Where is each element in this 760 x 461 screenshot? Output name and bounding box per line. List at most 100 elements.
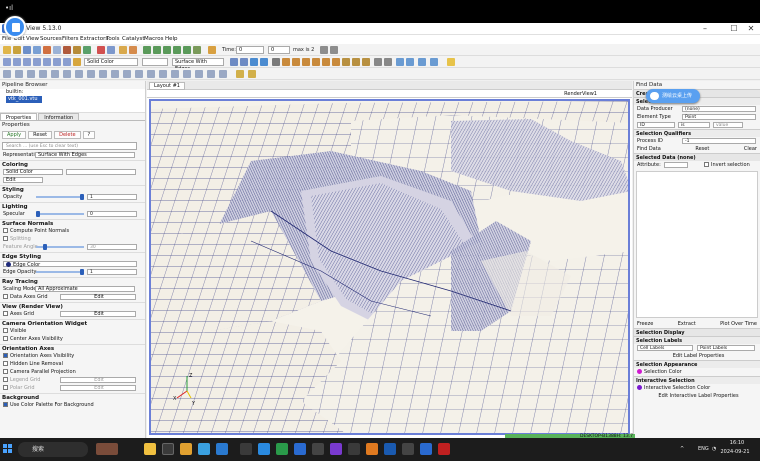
threshold-icon[interactable] bbox=[43, 58, 51, 66]
menu-filters[interactable]: Filters bbox=[62, 36, 79, 42]
menu-macros[interactable]: Macros bbox=[144, 36, 164, 42]
extract-subset-icon[interactable] bbox=[53, 58, 61, 66]
maximize-icon[interactable]: ☐ bbox=[727, 24, 741, 33]
rotate-neg90-icon[interactable] bbox=[362, 58, 370, 66]
globe-icon[interactable] bbox=[260, 58, 268, 66]
find-reset-button[interactable]: Reset bbox=[695, 146, 709, 152]
contour-icon[interactable] bbox=[13, 58, 21, 66]
redo-icon[interactable] bbox=[107, 46, 115, 54]
extract-button[interactable]: Extract bbox=[678, 321, 696, 327]
legend-grid-edit-button[interactable]: Edit bbox=[60, 377, 136, 383]
close-icon[interactable]: ✕ bbox=[744, 24, 758, 33]
layout-tab-1[interactable]: Layout #1 bbox=[149, 82, 185, 90]
edit-label-properties-button[interactable]: Edit Label Properties bbox=[634, 352, 760, 360]
camera-undo-icon[interactable] bbox=[119, 46, 127, 54]
zoom-reset-icon[interactable] bbox=[330, 46, 338, 54]
app-icon-7[interactable] bbox=[438, 443, 450, 455]
pipeline-item-source[interactable]: vtk_001.vtu bbox=[6, 96, 42, 103]
view-minus-x-icon[interactable] bbox=[292, 58, 300, 66]
windows-start-icon[interactable] bbox=[3, 444, 13, 454]
polar-grid-edit-button[interactable]: Edit bbox=[60, 385, 136, 391]
task-view-icon[interactable] bbox=[162, 443, 174, 455]
edge-color-button[interactable]: Edge Color bbox=[3, 261, 137, 268]
zoom-data-icon[interactable] bbox=[240, 58, 248, 66]
app-icon-1[interactable] bbox=[240, 443, 252, 455]
selected-data-header[interactable]: Selected Data (none) bbox=[634, 153, 760, 161]
splitting-checkbox[interactable] bbox=[3, 236, 8, 241]
help-button[interactable]: ? bbox=[82, 131, 96, 139]
coloring-select[interactable]: Solid Color bbox=[3, 169, 63, 175]
cloud-upload-button[interactable]: 测绘云桌上传 bbox=[646, 89, 700, 103]
filter-3-icon[interactable] bbox=[27, 70, 35, 78]
reset-button[interactable]: Reset bbox=[28, 131, 53, 139]
view-plus-x-icon[interactable] bbox=[282, 58, 290, 66]
edge-opacity-slider[interactable] bbox=[36, 269, 84, 275]
undo-icon[interactable] bbox=[97, 46, 105, 54]
app-icon-5[interactable] bbox=[366, 443, 378, 455]
splitting-row[interactable]: Splitting bbox=[0, 235, 145, 243]
filter-5-icon[interactable] bbox=[51, 70, 59, 78]
text-icon[interactable] bbox=[248, 70, 256, 78]
filter-8-icon[interactable] bbox=[87, 70, 95, 78]
paraview-taskbar-icon[interactable] bbox=[420, 443, 432, 455]
file-explorer-icon[interactable] bbox=[144, 443, 156, 455]
light-kit-icon[interactable] bbox=[447, 58, 455, 66]
filter-16-icon[interactable] bbox=[183, 70, 191, 78]
filter-15-icon[interactable] bbox=[171, 70, 179, 78]
app-icon-3[interactable] bbox=[312, 443, 324, 455]
app-icon-6[interactable] bbox=[402, 443, 414, 455]
select-polygon-icon[interactable] bbox=[418, 58, 426, 66]
tray-chevron-icon[interactable]: ^ bbox=[680, 446, 684, 452]
legend-grid-checkbox[interactable] bbox=[3, 377, 8, 382]
query-field-select[interactable]: ID bbox=[637, 122, 675, 128]
open-icon[interactable] bbox=[3, 46, 11, 54]
sphere-icon[interactable] bbox=[250, 58, 258, 66]
menu-extractors[interactable]: Extractors bbox=[80, 36, 108, 42]
component-combo[interactable] bbox=[142, 58, 168, 66]
hidden-line-checkbox[interactable] bbox=[3, 361, 8, 366]
disconnect-icon[interactable] bbox=[33, 46, 41, 54]
invert-selection-toggle[interactable]: Invert selection bbox=[704, 161, 750, 169]
reset-camera-icon[interactable] bbox=[230, 58, 238, 66]
interactive-color-row[interactable]: Interactive Selection Color bbox=[634, 384, 760, 392]
axes-grid-checkbox[interactable] bbox=[3, 311, 8, 316]
filter-11-icon[interactable] bbox=[123, 70, 131, 78]
hidden-line-row[interactable]: Hidden Line Removal bbox=[0, 360, 145, 368]
vscode-icon[interactable] bbox=[294, 443, 306, 455]
rotate-90-icon[interactable] bbox=[352, 58, 360, 66]
coloring-component-select[interactable] bbox=[66, 169, 136, 175]
play-icon[interactable] bbox=[163, 46, 171, 54]
filter-12-icon[interactable] bbox=[135, 70, 143, 78]
visible-row[interactable]: Visible bbox=[0, 327, 145, 335]
selection-display-header[interactable]: Selection Display bbox=[634, 328, 760, 336]
filter-17-icon[interactable] bbox=[195, 70, 203, 78]
menu-catalyst[interactable]: Catalyst bbox=[122, 36, 145, 42]
view-minus-y-icon[interactable] bbox=[312, 58, 320, 66]
select-points-icon[interactable] bbox=[406, 58, 414, 66]
find-data-button[interactable]: Find Data bbox=[637, 146, 661, 152]
loop-icon[interactable] bbox=[193, 46, 201, 54]
last-frame-icon[interactable] bbox=[183, 46, 191, 54]
word-icon[interactable] bbox=[384, 443, 396, 455]
app-icon-2[interactable] bbox=[258, 443, 270, 455]
opacity-slider[interactable] bbox=[36, 194, 84, 200]
menu-tools[interactable]: Tools bbox=[106, 36, 120, 42]
adjust-camera-icon[interactable] bbox=[384, 58, 392, 66]
timestep-spinbox[interactable]: 0 bbox=[268, 46, 290, 54]
representation-combo[interactable]: Surface With Edges bbox=[172, 58, 224, 72]
data-axes-grid-checkbox[interactable] bbox=[3, 294, 8, 299]
filter-14-icon[interactable] bbox=[159, 70, 167, 78]
find-clear-button[interactable]: Clear bbox=[744, 146, 757, 152]
scaling-mode-select[interactable]: All Approximate bbox=[35, 286, 135, 292]
data-axes-grid-edit-button[interactable]: Edit bbox=[60, 294, 136, 300]
filter-19-icon[interactable] bbox=[219, 70, 227, 78]
tray-lang[interactable]: ENG bbox=[698, 446, 709, 452]
cell-labels-button[interactable]: Cell Labels bbox=[637, 345, 693, 351]
menu-view[interactable]: View bbox=[26, 36, 39, 42]
view-plus-y-icon[interactable] bbox=[302, 58, 310, 66]
feature-angle-input[interactable]: 30 bbox=[87, 244, 137, 250]
calculator-icon[interactable] bbox=[3, 58, 11, 66]
python-icon[interactable] bbox=[53, 46, 61, 54]
prev-frame-icon[interactable] bbox=[153, 46, 161, 54]
filter-18-icon[interactable] bbox=[207, 70, 215, 78]
